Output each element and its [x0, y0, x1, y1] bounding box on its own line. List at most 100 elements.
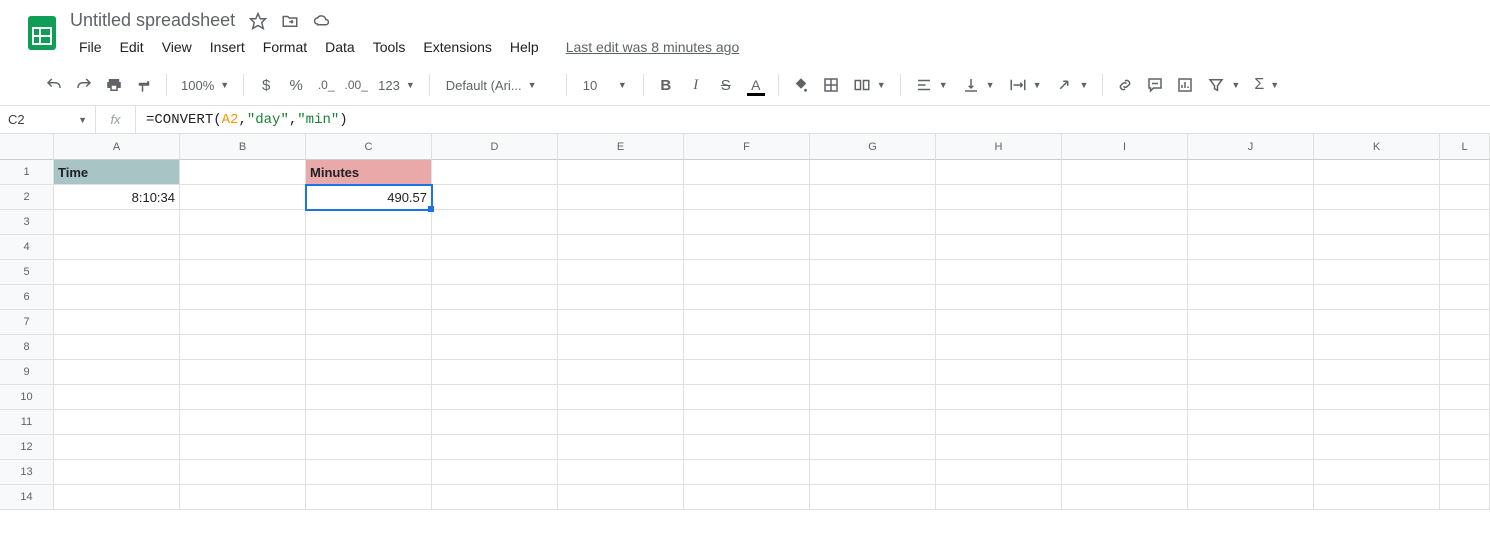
cell-G6[interactable]: [810, 285, 936, 310]
cell-E9[interactable]: [558, 360, 684, 385]
percent-button[interactable]: %: [282, 71, 310, 99]
cell-J3[interactable]: [1188, 210, 1314, 235]
cell-H9[interactable]: [936, 360, 1062, 385]
cell-H11[interactable]: [936, 410, 1062, 435]
cell-G13[interactable]: [810, 460, 936, 485]
cell-L14[interactable]: [1440, 485, 1490, 510]
cell-I5[interactable]: [1062, 260, 1188, 285]
cell-H6[interactable]: [936, 285, 1062, 310]
cell-G7[interactable]: [810, 310, 936, 335]
cell-K11[interactable]: [1314, 410, 1440, 435]
select-all-corner[interactable]: [0, 134, 54, 160]
col-header[interactable]: D: [432, 134, 558, 160]
cell-B9[interactable]: [180, 360, 306, 385]
cell-I12[interactable]: [1062, 435, 1188, 460]
cell-F4[interactable]: [684, 235, 810, 260]
cell-K6[interactable]: [1314, 285, 1440, 310]
cell-F12[interactable]: [684, 435, 810, 460]
cell-E7[interactable]: [558, 310, 684, 335]
cell-F1[interactable]: [684, 160, 810, 185]
col-header[interactable]: L: [1440, 134, 1490, 160]
cell-E4[interactable]: [558, 235, 684, 260]
move-folder-icon[interactable]: [281, 12, 299, 30]
cell-D2[interactable]: [432, 185, 558, 210]
sheets-logo[interactable]: [22, 12, 62, 52]
cell-I3[interactable]: [1062, 210, 1188, 235]
cell-D6[interactable]: [432, 285, 558, 310]
cell-B8[interactable]: [180, 335, 306, 360]
cell-G5[interactable]: [810, 260, 936, 285]
cell-I8[interactable]: [1062, 335, 1188, 360]
cell-D12[interactable]: [432, 435, 558, 460]
row-header[interactable]: 13: [0, 460, 54, 485]
cell-H7[interactable]: [936, 310, 1062, 335]
cell-I1[interactable]: [1062, 160, 1188, 185]
col-header[interactable]: K: [1314, 134, 1440, 160]
cell-B1[interactable]: [180, 160, 306, 185]
cell-A13[interactable]: [54, 460, 180, 485]
col-header[interactable]: E: [558, 134, 684, 160]
cell-L1[interactable]: [1440, 160, 1490, 185]
cell-G2[interactable]: [810, 185, 936, 210]
insert-chart-button[interactable]: [1171, 71, 1199, 99]
cell-J5[interactable]: [1188, 260, 1314, 285]
cell-F14[interactable]: [684, 485, 810, 510]
cell-K13[interactable]: [1314, 460, 1440, 485]
menu-help[interactable]: Help: [501, 35, 548, 59]
cell-C4[interactable]: [306, 235, 432, 260]
insert-comment-button[interactable]: [1141, 71, 1169, 99]
cell-H14[interactable]: [936, 485, 1062, 510]
row-header[interactable]: 7: [0, 310, 54, 335]
row-header[interactable]: 8: [0, 335, 54, 360]
cell-K12[interactable]: [1314, 435, 1440, 460]
row-header[interactable]: 10: [0, 385, 54, 410]
cell-H8[interactable]: [936, 335, 1062, 360]
cell-C3[interactable]: [306, 210, 432, 235]
undo-button[interactable]: [40, 71, 68, 99]
cell-C5[interactable]: [306, 260, 432, 285]
cell-B14[interactable]: [180, 485, 306, 510]
bold-button[interactable]: B: [652, 71, 680, 99]
horizontal-align-dropdown[interactable]: ▼: [909, 76, 954, 94]
cell-G8[interactable]: [810, 335, 936, 360]
cell-L3[interactable]: [1440, 210, 1490, 235]
cell-C13[interactable]: [306, 460, 432, 485]
merge-cells-dropdown[interactable]: ▼: [847, 76, 892, 94]
cell-J12[interactable]: [1188, 435, 1314, 460]
menu-format[interactable]: Format: [254, 35, 316, 59]
cell-F8[interactable]: [684, 335, 810, 360]
cell-B3[interactable]: [180, 210, 306, 235]
cell-K2[interactable]: [1314, 185, 1440, 210]
cell-H3[interactable]: [936, 210, 1062, 235]
cell-B10[interactable]: [180, 385, 306, 410]
col-header[interactable]: C: [306, 134, 432, 160]
menu-edit[interactable]: Edit: [111, 35, 153, 59]
cell-E2[interactable]: [558, 185, 684, 210]
cell-H2[interactable]: [936, 185, 1062, 210]
currency-button[interactable]: $: [252, 71, 280, 99]
cell-J14[interactable]: [1188, 485, 1314, 510]
cell-A8[interactable]: [54, 335, 180, 360]
cell-I6[interactable]: [1062, 285, 1188, 310]
cell-H10[interactable]: [936, 385, 1062, 410]
cell-K7[interactable]: [1314, 310, 1440, 335]
cell-A1[interactable]: Time: [54, 160, 180, 185]
menu-view[interactable]: View: [153, 35, 201, 59]
cell-H4[interactable]: [936, 235, 1062, 260]
last-edit-link[interactable]: Last edit was 8 minutes ago: [566, 39, 740, 55]
name-box[interactable]: C2 ▼: [0, 106, 96, 133]
italic-button[interactable]: I: [682, 71, 710, 99]
cell-D3[interactable]: [432, 210, 558, 235]
cell-B2[interactable]: [180, 185, 306, 210]
cell-I2[interactable]: [1062, 185, 1188, 210]
cell-B5[interactable]: [180, 260, 306, 285]
cell-E5[interactable]: [558, 260, 684, 285]
number-format-dropdown[interactable]: 123▼: [372, 78, 421, 93]
cell-B7[interactable]: [180, 310, 306, 335]
col-header[interactable]: H: [936, 134, 1062, 160]
cell-J8[interactable]: [1188, 335, 1314, 360]
row-header[interactable]: 5: [0, 260, 54, 285]
cell-K1[interactable]: [1314, 160, 1440, 185]
cell-C2[interactable]: 490.57: [306, 185, 432, 210]
zoom-dropdown[interactable]: 100%▼: [175, 78, 235, 93]
